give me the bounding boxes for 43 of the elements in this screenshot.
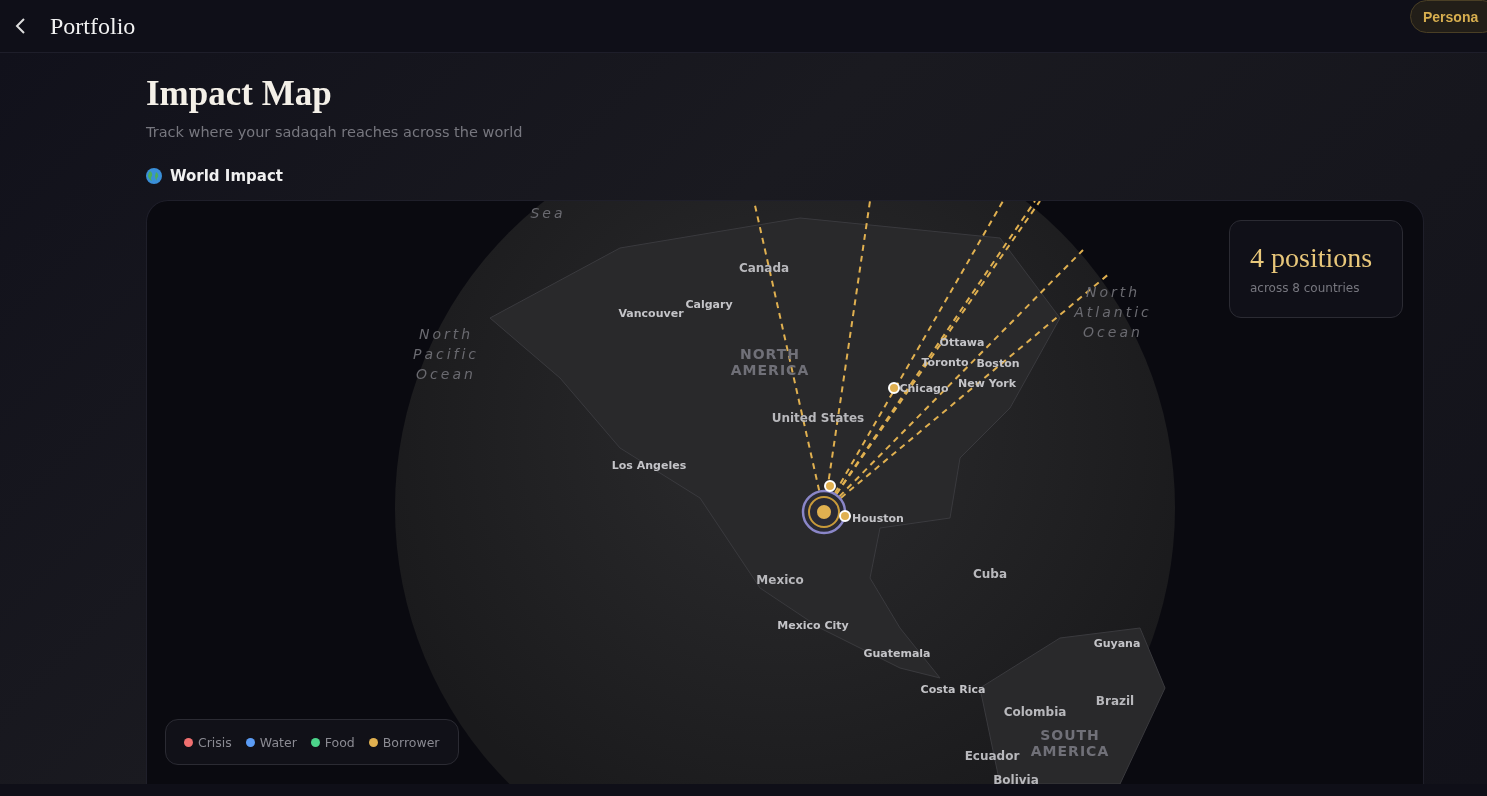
map-label: North Atlantic Ocean	[1074, 284, 1152, 340]
map-label: Chicago	[899, 382, 949, 395]
map-label: Houston	[852, 512, 904, 525]
map-label: Toronto	[921, 356, 969, 369]
map-label: Ottawa	[939, 336, 985, 349]
map-label: Guatemala	[863, 647, 931, 660]
header-title: Portfolio	[50, 12, 136, 40]
positions-count: 4 positions	[1250, 243, 1374, 273]
globe-icon	[146, 168, 162, 184]
map-label: Costa Rica	[920, 683, 986, 696]
countries-caption: across 8 countries	[1250, 281, 1361, 295]
map-label: Brazil	[1095, 694, 1135, 708]
page-subtitle: Track where your sadaqah reaches across the world	[146, 124, 524, 140]
map-label: Calgary	[685, 298, 733, 311]
persona-button[interactable]: Persona	[1410, 0, 1487, 33]
back-icon[interactable]	[14, 17, 28, 35]
location-pin[interactable]	[824, 480, 836, 492]
location-pin[interactable]	[839, 510, 851, 522]
hub-marker[interactable]	[801, 489, 847, 535]
map-label: New York	[958, 377, 1016, 390]
legend-label: Food	[324, 734, 355, 750]
map-label: Sea	[530, 205, 566, 221]
location-pin[interactable]	[888, 382, 900, 394]
map-label: Mexico	[756, 573, 804, 587]
map-label: Canada	[738, 261, 790, 275]
map-label: Bolivia	[993, 773, 1039, 784]
map-label: Cuba	[973, 567, 1007, 581]
map-label: Boston	[976, 357, 1020, 370]
legend-label: Water	[259, 734, 297, 750]
map-label: Mexico City	[777, 619, 849, 632]
map-label: NORTH AMERICA	[730, 346, 810, 378]
map-label: Vancouver	[618, 307, 684, 320]
map-label: Guyana	[1093, 637, 1141, 650]
page-title: Impact Map	[146, 73, 333, 115]
map-label: North Pacific Ocean	[412, 326, 480, 382]
legend-label: Borrower	[382, 734, 440, 750]
map-label: SOUTH AMERICA	[1030, 727, 1110, 759]
map-label: Ecuador	[964, 749, 1020, 763]
section-title: World Impact	[170, 167, 283, 185]
map-label: United States	[771, 411, 865, 425]
map-label: Colombia	[1003, 705, 1067, 719]
legend-label: Crisis	[198, 734, 232, 750]
map-label: Los Angeles	[611, 459, 687, 472]
